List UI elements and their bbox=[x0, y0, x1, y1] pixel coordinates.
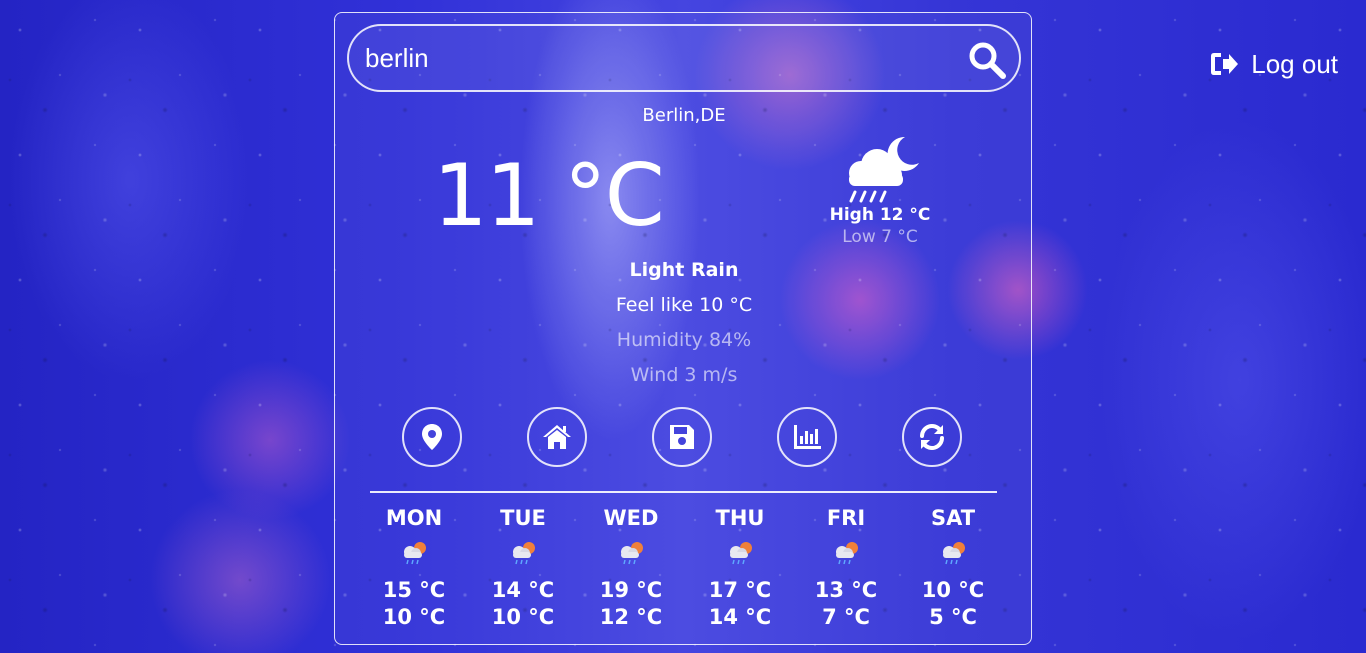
cloud-sun-rain-icon bbox=[621, 542, 643, 565]
weather-condition: Light Rain bbox=[629, 259, 739, 281]
search-icon[interactable] bbox=[967, 40, 1007, 80]
forecast-day-name: SAT bbox=[930, 506, 976, 530]
forecast-high: 14 °C bbox=[491, 578, 555, 602]
sign-out-icon bbox=[1211, 53, 1239, 75]
weather-details: Light Rain Feel like 10 °C Humidity 84% … bbox=[335, 258, 1033, 398]
forecast-low: 10 °C bbox=[382, 605, 446, 629]
refresh-icon bbox=[920, 424, 944, 450]
forecast-day-name: MON bbox=[385, 506, 443, 530]
divider bbox=[370, 491, 997, 493]
refresh-button[interactable] bbox=[902, 407, 962, 467]
save-icon bbox=[670, 425, 694, 449]
forecast-day: FRI 13 °C 7 °C bbox=[796, 503, 896, 631]
chart-button[interactable] bbox=[777, 407, 837, 467]
forecast-day-name: WED bbox=[603, 506, 659, 530]
forecast-low: 5 °C bbox=[929, 605, 977, 629]
logout-button[interactable]: Log out bbox=[1209, 44, 1338, 84]
forecast-low: 12 °C bbox=[599, 605, 663, 629]
forecast-day: TUE 14 °C 10 °C bbox=[473, 503, 573, 631]
home-button[interactable] bbox=[527, 407, 587, 467]
action-bar bbox=[335, 407, 1033, 471]
forecast-low: 10 °C bbox=[491, 605, 555, 629]
cloud-sun-rain-icon bbox=[943, 542, 965, 565]
low-temperature: Low 7 °C bbox=[842, 227, 918, 247]
forecast-day-name: TUE bbox=[500, 506, 546, 530]
humidity: Humidity 84% bbox=[616, 329, 752, 351]
logout-label: Log out bbox=[1251, 48, 1338, 79]
home-icon bbox=[543, 425, 571, 449]
current-temperature: 11 °C bbox=[433, 146, 665, 246]
wind: Wind 3 m/s bbox=[630, 364, 738, 386]
location-label: Berlin,DE bbox=[642, 105, 726, 126]
forecast-day-name: THU bbox=[715, 506, 765, 530]
map-marker-icon bbox=[422, 424, 442, 450]
cloud-sun-rain-icon bbox=[730, 542, 752, 565]
forecast-day: SAT 10 °C 5 °C bbox=[903, 503, 1003, 631]
search-bar bbox=[347, 24, 1021, 92]
forecast-row: MON 15 °C 10 °C TUE 14 °C 10 °C WED 19 °… bbox=[335, 503, 1033, 643]
forecast-day-name: FRI bbox=[826, 506, 866, 530]
forecast-high: 19 °C bbox=[599, 578, 663, 602]
forecast-high: 17 °C bbox=[708, 578, 772, 602]
save-button[interactable] bbox=[652, 407, 712, 467]
cloud-sun-rain-icon bbox=[404, 542, 426, 565]
forecast-high: 10 °C bbox=[921, 578, 985, 602]
forecast-low: 7 °C bbox=[822, 605, 870, 629]
forecast-day: THU 17 °C 14 °C bbox=[690, 503, 790, 631]
weather-card: Berlin,DE 11 °C High 12 °C Low 7 °C Ligh… bbox=[334, 12, 1032, 645]
forecast-high: 13 °C bbox=[814, 578, 878, 602]
forecast-day: WED 19 °C 12 °C bbox=[581, 503, 681, 631]
cloud-rain-moon-icon bbox=[849, 136, 919, 203]
forecast-day: MON 15 °C 10 °C bbox=[364, 503, 464, 631]
search-input[interactable] bbox=[365, 38, 945, 78]
cloud-sun-rain-icon bbox=[836, 542, 858, 565]
cloud-sun-rain-icon bbox=[513, 542, 535, 565]
forecast-low: 14 °C bbox=[708, 605, 772, 629]
feels-like: Feel like 10 °C bbox=[615, 294, 753, 316]
location-button[interactable] bbox=[402, 407, 462, 467]
forecast-high: 15 °C bbox=[382, 578, 446, 602]
high-temperature: High 12 °C bbox=[829, 205, 931, 225]
bar-chart-icon bbox=[794, 425, 821, 449]
